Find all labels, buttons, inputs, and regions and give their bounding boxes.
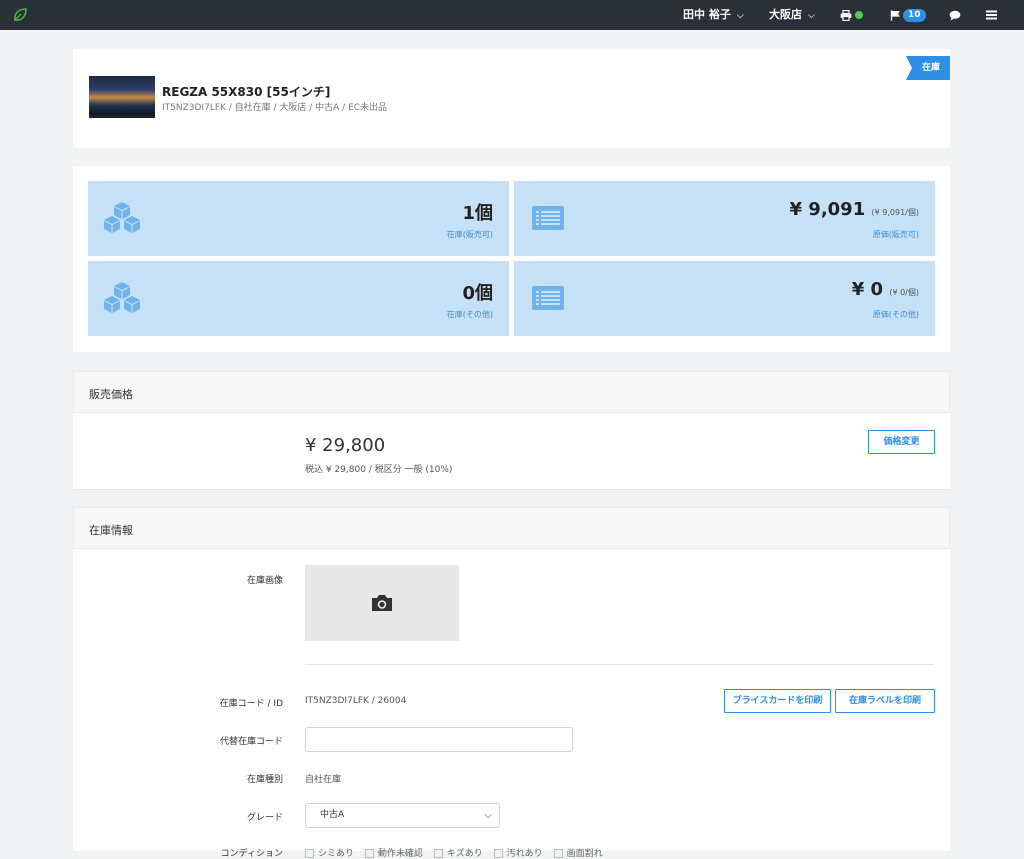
stock-info-section-header: 在庫情報 — [73, 507, 950, 549]
divider — [305, 664, 934, 665]
print-price-card-button[interactable]: プライスカードを印刷 — [724, 689, 831, 713]
cost-other-tile: ¥ 0 (¥ 0/個) 原価(その他) — [514, 261, 935, 336]
printer-online-dot — [855, 11, 863, 19]
list-icon — [532, 286, 564, 310]
stock-code-label: 在庫コード / ID — [219, 699, 283, 709]
stock-status-ribbon: 在庫 — [906, 56, 950, 80]
condition-checkboxes: シミあり 動作未確認 キズあり 汚れあり 画面割れ — [305, 846, 603, 859]
condition-checkbox[interactable] — [493, 849, 503, 858]
sales-price-section-title: 販売価格 — [89, 388, 133, 401]
user-menu[interactable]: 田中 裕子 ⌵ — [683, 0, 744, 30]
product-subtitle: IT5NZ3DI7LFK / 自社在庫 / 大阪店 / 中古A / EC未出品 — [162, 103, 388, 113]
chevron-down-icon: ⌵ — [484, 810, 492, 821]
cost-sellable-tile: ¥ 9,091 (¥ 9,091/個) 原価(販売可) — [514, 181, 935, 256]
sales-price-card: ¥ 29,800 税込 ¥ 29,800 / 税区分 一般 (10%) 価格変更 — [73, 413, 950, 490]
grade-selected-value: 中古A — [320, 810, 345, 820]
stock-sellable-tile: 1個 在庫(販売可) — [88, 181, 509, 256]
chat-bubble-icon — [949, 10, 961, 20]
cost-other-label: 原価(その他) — [872, 310, 919, 319]
stock-info-section-title: 在庫情報 — [89, 524, 133, 537]
stock-stats-card: 1個 在庫(販売可) ¥ 9,091 (¥ 9,091/個) 原価(販売可) 0… — [73, 166, 950, 352]
cost-other-unit-note: (¥ 0/個) — [889, 288, 919, 297]
condition-checkbox[interactable] — [364, 849, 374, 858]
store-menu[interactable]: 大阪店 ⌵ — [769, 0, 815, 30]
cubes-icon — [104, 202, 140, 233]
store-name: 大阪店 — [769, 8, 802, 21]
printer-icon — [840, 9, 852, 21]
stock-other-tile: 0個 在庫(その他) — [88, 261, 509, 336]
camera-icon — [372, 595, 392, 611]
condition-checkbox[interactable] — [433, 849, 443, 858]
grade-select[interactable]: 中古A ⌵ — [305, 803, 500, 828]
menu-icon — [986, 10, 997, 20]
stock-sellable-label: 在庫(販売可) — [446, 230, 493, 239]
condition-checkbox[interactable] — [553, 849, 563, 858]
sales-price-section-header: 販売価格 — [73, 371, 950, 413]
print-stock-label-button[interactable]: 在庫ラベルを印刷 — [835, 689, 935, 713]
stock-sellable-value: 1個 — [462, 203, 493, 224]
cost-other-amount: ¥ 0 — [851, 279, 884, 300]
product-title: REGZA 55X830 [55インチ] — [162, 85, 331, 99]
alt-code-label: 代替在庫コード — [219, 737, 283, 747]
change-price-button[interactable]: 価格変更 — [868, 430, 935, 454]
cost-sellable-amount: ¥ 9,091 — [789, 199, 866, 220]
cost-other-value: ¥ 0 (¥ 0/個) — [852, 279, 919, 300]
stock-type-value: 自社在庫 — [305, 775, 342, 785]
messages[interactable] — [949, 0, 961, 30]
grade-label: グレード — [246, 813, 283, 823]
top-navigation-bar: 田中 裕子 ⌵ 大阪店 ⌵ 10 — [0, 0, 1024, 30]
list-icon — [532, 206, 564, 230]
user-name: 田中 裕子 — [683, 8, 731, 21]
cubes-icon — [104, 282, 140, 313]
sales-price-detail: 税込 ¥ 29,800 / 税区分 一般 (10%) — [305, 465, 453, 475]
chevron-down-icon: ⌵ — [736, 11, 744, 21]
stock-info-card: 在庫画像 在庫コード / ID IT5NZ3DI7LFK / 26004 プライ… — [73, 549, 950, 859]
notification-count-badge: 10 — [903, 8, 926, 22]
stock-image-label: 在庫画像 — [246, 576, 283, 586]
stock-code-value: IT5NZ3DI7LFK / 26004 — [305, 696, 407, 706]
sales-price-value: ¥ 29,800 — [305, 435, 386, 456]
cost-sellable-label: 原価(販売可) — [872, 230, 919, 239]
product-header-card: REGZA 55X830 [55インチ] IT5NZ3DI7LFK / 自社在庫… — [73, 49, 950, 148]
condition-label: コンディション — [220, 849, 283, 859]
stock-type-label: 在庫種別 — [246, 775, 283, 785]
stock-image-upload[interactable] — [305, 565, 459, 641]
hamburger-menu[interactable] — [986, 0, 997, 30]
cost-sellable-unit-note: (¥ 9,091/個) — [871, 208, 919, 217]
flag-icon — [890, 10, 900, 20]
alt-code-input[interactable] — [305, 727, 573, 752]
condition-checkbox[interactable] — [305, 849, 314, 858]
stock-other-value: 0個 — [462, 283, 493, 304]
cost-sellable-value: ¥ 9,091 (¥ 9,091/個) — [790, 199, 920, 220]
printer-status[interactable] — [840, 0, 863, 30]
chevron-down-icon: ⌵ — [808, 11, 815, 21]
product-thumbnail — [89, 76, 155, 118]
notifications[interactable]: 10 — [890, 0, 926, 30]
stock-other-label: 在庫(その他) — [446, 310, 493, 319]
leaf-logo-icon[interactable] — [12, 7, 28, 23]
